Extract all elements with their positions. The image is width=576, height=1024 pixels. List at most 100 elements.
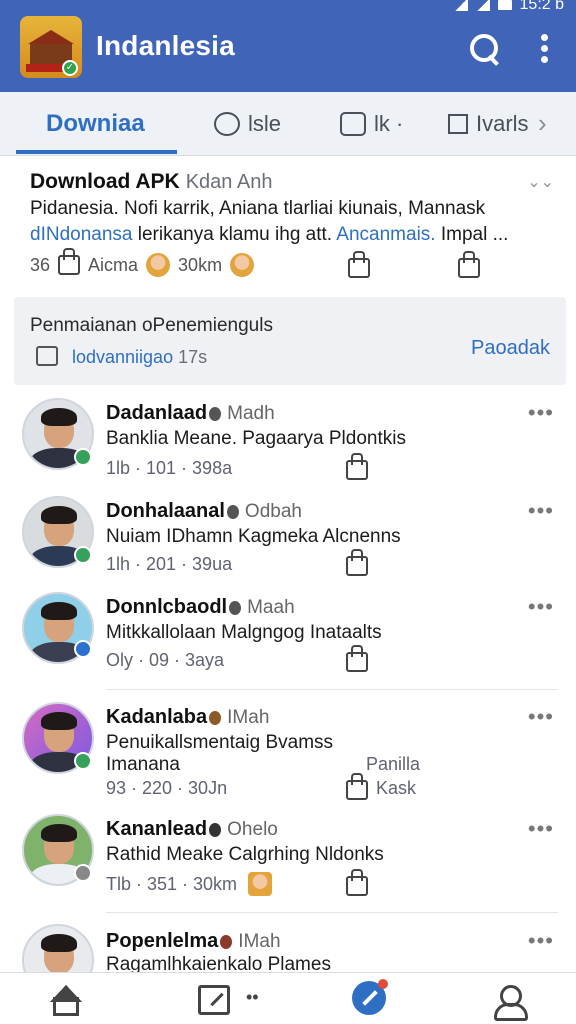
banner-subtitle-text: lodvanniigao [72,347,174,367]
home-icon [36,346,58,366]
thumbs-up-icon[interactable] [346,453,368,480]
more-options-icon[interactable]: ••• [528,594,554,620]
more-options-icon[interactable]: ••• [528,498,554,524]
feed-item-name: Popenlelma IMah [106,930,281,953]
promo-banner[interactable]: Penmaianan oPenemienguls lodvanniigao 17… [14,297,566,385]
tab-download[interactable]: Downiaa [46,92,145,156]
author-name: Popenlelma [106,930,219,952]
tab-comments[interactable]: lsle [214,92,281,156]
author-name: Donhalaanal [106,500,225,522]
post-stat-likes: 36 [30,254,51,275]
like-button-icon[interactable] [348,251,370,278]
post-title-sub: Kdan Anh [185,171,273,193]
status-bar: 15:2 b [0,0,576,14]
more-icon[interactable]: •• [246,987,259,1008]
author-name: Donnlcbaodl [106,596,228,618]
feed-item[interactable]: Donhalaanal Odbah Nuiam IDhamn Kagmeka Al… [0,494,576,588]
feed-item-text: Penuikallsmentaig Bvamss [106,732,334,753]
avatar[interactable] [22,924,94,972]
feed-item-text: Banklia Meane. Pagaarya Pldontkis [106,428,406,449]
feed-item[interactable]: Donnlcbaodl Maah Mitkkallolaan Malgngog I… [0,590,576,686]
profile-icon[interactable] [492,985,528,1021]
thumbs-up-icon[interactable] [58,248,81,275]
tab-download-label: Downiaa [46,110,145,137]
signal-icon [453,0,468,11]
like-label[interactable]: Kask [376,778,416,799]
edit-icon[interactable] [198,985,230,1015]
banner-subtitle: lodvanniigao 17s [72,347,207,368]
post-stat-label: Aicma [88,254,139,275]
tab-comments-label: lsle [248,111,282,136]
feed-item-meta: 93 · 220 · 30Jn [106,778,228,798]
feed-item-name: Kananlead Ohelo [106,818,278,841]
verified-badge-icon [74,752,92,770]
tab-marks-label: Ivarls [476,111,529,136]
more-options-icon[interactable]: ••• [528,816,554,842]
signal-icon-2 [475,0,490,11]
home-icon[interactable] [48,985,80,1016]
reaction-avatar-2 [230,253,255,277]
tab-bar: Downiaa lsle lk · Ivarls › [0,92,576,156]
feed-item[interactable]: Kadanlaba IMah Penuikallsmentaig Bvamss I… [0,700,576,808]
divider [106,689,558,690]
feed-item-text: Ragamlhkaienkalo Plames [106,954,331,972]
tab-links[interactable]: lk · [340,92,403,156]
bookmark-icon [448,114,468,134]
post-link[interactable]: dINdonansa [30,224,132,245]
divider [106,912,558,913]
feed-item-text: Nuiam IDhamn Kagmeka Alcnenns [106,526,401,547]
feed-item-text: Rathid Meake Calgrhing Nldonks [106,844,384,865]
thumbs-up-icon[interactable] [346,869,368,896]
thumbs-up-icon[interactable] [346,645,368,672]
thumbs-up-icon[interactable] [346,773,368,800]
post-stats: 36 Aicma 30km [30,248,255,277]
more-options-icon[interactable]: ••• [528,400,554,426]
status-time: 15:2 b [519,0,564,13]
feed-item-text: Mitkkallolaan Malgngog Inataalts [106,622,382,643]
share-button-icon[interactable] [458,251,480,278]
chevron-right-icon[interactable]: › [538,108,547,139]
feed-item-name: Donnlcbaodl Maah [106,596,295,619]
post-body-tail: Impal ... [435,224,509,245]
feed-item-name: Donhalaanal Odbah [106,500,302,523]
post-title-text: Download APK [30,170,180,193]
feed-item-side-label: Panilla [366,754,421,774]
verified-badge-icon [74,448,92,466]
chevron-down-icon[interactable]: ⌄⌄ [527,172,554,192]
more-options-icon[interactable]: ••• [528,928,554,954]
thumbs-up-icon[interactable] [346,549,368,576]
more-options-icon[interactable] [538,32,550,68]
feed-item-meta: Oly · 09 · 3aya [106,650,225,670]
feed-item[interactable]: Dadanlaad Madh Banklia Meane. Pagaarya Pl… [0,396,576,490]
author-name: Dadanlaad [106,402,208,424]
banner-subtitle-time: 17s [178,347,208,367]
feed-item[interactable]: Popenlelma IMah Ragamlhkaienkalo Plames •… [0,922,576,972]
author-name: Kananlead [106,818,208,840]
banner-action-link[interactable]: Paoadak [471,337,550,360]
status-icons: 15:2 b [453,0,564,14]
app-logo-icon: ✓ [20,16,82,78]
post-body-line1: Pidanesia. Nofi karrik, Aniana tlarliai … [30,198,486,219]
more-options-icon[interactable]: ••• [528,704,554,730]
reaction-avatar [146,253,171,277]
verified-badge-icon [74,864,92,882]
tab-marks[interactable]: Ivarls [448,92,529,156]
post-link-2[interactable]: Ancanmais. [336,224,435,245]
feed-item-text-2: Imanana [106,754,180,775]
feed-item-meta: 1lh · 201 · 39ua [106,554,233,574]
search-icon[interactable] [468,32,502,66]
feed-item[interactable]: Kananlead Ohelo Rathid Meake Calgrhing Nl… [0,812,576,908]
feed-item-name: Dadanlaad Madh [106,402,275,425]
tab-links-label: lk · [374,111,404,136]
author-tag: IMah [227,707,270,728]
featured-post[interactable]: Download APK Kdan Anh ⌄⌄ Pidanesia. Nofi … [0,158,576,290]
notification-badge [378,979,388,989]
feed-item-meta: Tlb · 351 · 30km [106,874,238,894]
verified-badge-icon [74,640,92,658]
reaction-avatar [248,872,272,896]
post-stat-count: 30km [178,254,223,275]
bottom-navigation: •• [0,972,576,1024]
post-body-text: lerikanya klamu ihg att. [132,224,337,245]
verified-badge-icon [74,546,92,564]
image-icon [340,112,366,136]
